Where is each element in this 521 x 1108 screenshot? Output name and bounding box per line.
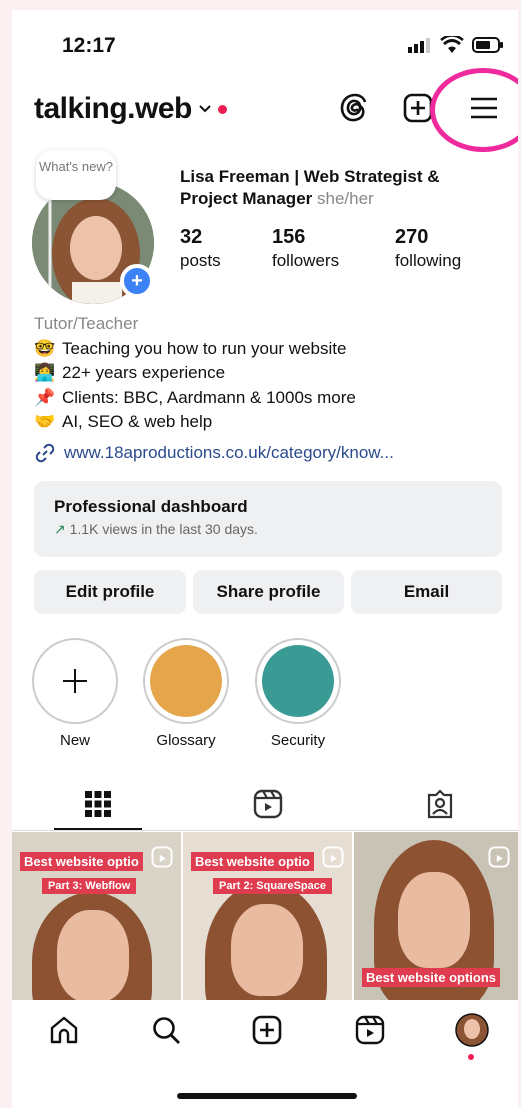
post-image xyxy=(57,910,129,1000)
plus-icon xyxy=(63,669,87,693)
stat-following-count: 270 xyxy=(395,226,429,248)
highlight-label-new: New xyxy=(59,732,90,749)
nerd-emoji-icon: 🤓 xyxy=(34,338,56,358)
signal-icon xyxy=(408,38,430,53)
add-story-badge[interactable]: + xyxy=(120,264,154,298)
nav-reels[interactable] xyxy=(352,1012,388,1048)
stat-followers-label: followers xyxy=(272,251,340,270)
search-icon xyxy=(153,1017,180,1044)
pronouns: she/her xyxy=(317,189,374,208)
post-title: Best website options xyxy=(362,968,501,987)
status-time: 12:17 xyxy=(62,34,116,57)
post-image xyxy=(231,904,303,996)
reels-icon xyxy=(355,1015,385,1045)
stat-posts[interactable]: 32 posts xyxy=(180,226,221,271)
highlight-cover xyxy=(150,645,222,717)
status-icons xyxy=(408,36,504,54)
tab-tagged[interactable] xyxy=(422,786,458,822)
email-button[interactable]: Email xyxy=(351,570,502,614)
link-icon xyxy=(35,443,55,463)
phone-screen: 12:17 talking.web + What's new? Lisa Fre… xyxy=(12,10,518,1108)
reel-icon xyxy=(322,846,344,868)
threads-button[interactable] xyxy=(336,90,372,126)
threads-icon xyxy=(340,93,367,122)
post-thumbnail[interactable]: Best website optio Part 2: SquareSpace xyxy=(183,832,352,1000)
dashboard-title: Professional dashboard xyxy=(54,497,248,516)
profile-name: Lisa Freeman | Web Strategist & Project … xyxy=(180,167,440,208)
profile-avatar-icon xyxy=(455,1013,489,1047)
profile-link[interactable]: www.18aproductions.co.uk/category/know..… xyxy=(34,442,394,464)
technologist-emoji-icon: 👩‍💻 xyxy=(34,363,56,382)
post-thumbnail[interactable]: Best website options xyxy=(354,832,518,1000)
bio-line: 🤝 AI, SEO & web help xyxy=(34,410,356,435)
professional-dashboard[interactable]: Professional dashboard ↗ 1.1K views in t… xyxy=(34,481,502,557)
highlight-security[interactable] xyxy=(255,638,341,724)
bio-text: Teaching you how to run your website xyxy=(62,338,347,358)
menu-highlight-annotation xyxy=(430,68,518,152)
chevron-down-icon xyxy=(199,105,211,113)
share-profile-button[interactable]: Share profile xyxy=(193,570,344,614)
add-square-icon xyxy=(403,93,433,123)
wifi-icon xyxy=(440,36,464,53)
nav-home[interactable] xyxy=(46,1012,82,1048)
username: talking.web xyxy=(34,92,192,125)
highlight-new[interactable] xyxy=(32,638,118,724)
tab-grid[interactable] xyxy=(80,786,116,822)
dashboard-subtitle: ↗ 1.1K views in the last 30 days. xyxy=(54,521,482,538)
battery-icon xyxy=(472,37,503,53)
grid-icon xyxy=(85,791,111,817)
note-bubble[interactable]: What's new? xyxy=(36,150,116,200)
dashboard-views: 1.1K views in the last 30 days. xyxy=(69,521,258,537)
post-title: Best website optio xyxy=(20,852,143,871)
tagged-user-icon xyxy=(427,789,453,819)
highlight-label-security: Security xyxy=(270,732,326,749)
add-square-icon xyxy=(252,1015,282,1045)
trend-up-icon: ↗ xyxy=(54,521,66,537)
stat-followers[interactable]: 156 followers xyxy=(272,226,339,271)
reel-icon xyxy=(151,846,173,868)
bio-line: 👩‍💻 22+ years experience xyxy=(34,361,356,386)
bio-line: 📌 Clients: BBC, Aardmann & 1000s more xyxy=(34,386,356,411)
stat-posts-label: posts xyxy=(180,251,221,270)
nav-create[interactable] xyxy=(249,1012,285,1048)
post-subtitle: Part 2: SquareSpace xyxy=(213,878,332,894)
post-subtitle: Part 3: Webflow xyxy=(42,878,137,894)
highlight-label-glossary: Glossary xyxy=(156,732,216,749)
nav-search[interactable] xyxy=(148,1012,184,1048)
bio: Tutor/Teacher 🤓 Teaching you how to run y… xyxy=(34,312,356,435)
tabs-divider xyxy=(12,830,518,831)
edit-profile-button[interactable]: Edit profile xyxy=(34,570,186,614)
post-title: Best website optio xyxy=(191,852,314,871)
reel-icon xyxy=(488,846,510,868)
tab-reels[interactable] xyxy=(250,786,286,822)
bio-text: Clients: BBC, Aardmann & 1000s more xyxy=(62,387,356,407)
username-switcher[interactable]: talking.web xyxy=(34,92,227,126)
highlight-cover xyxy=(262,645,334,717)
handshake-emoji-icon: 🤝 xyxy=(34,412,56,431)
notification-dot xyxy=(217,104,227,114)
stat-following-label: following xyxy=(395,251,462,270)
pushpin-emoji-icon: 📌 xyxy=(34,387,56,407)
stat-following[interactable]: 270 following xyxy=(395,226,461,271)
post-thumbnail[interactable]: Best website optio Part 3: Webflow xyxy=(12,832,181,1000)
bio-line: 🤓 Teaching you how to run your website xyxy=(34,337,356,362)
stat-posts-count: 32 xyxy=(180,226,203,248)
home-icon xyxy=(50,1016,78,1044)
profile-notification-dot xyxy=(468,1054,474,1060)
display-name: Lisa Freeman | Web Strategist & Project … xyxy=(180,166,500,210)
post-image xyxy=(398,872,470,968)
reels-icon xyxy=(253,789,283,819)
stat-followers-count: 156 xyxy=(272,226,306,248)
bio-text: AI, SEO & web help xyxy=(62,412,213,431)
profile-category: Tutor/Teacher xyxy=(34,314,139,333)
bio-text: 22+ years experience xyxy=(62,363,226,382)
highlight-glossary[interactable] xyxy=(143,638,229,724)
profile-link-text: www.18aproductions.co.uk/category/know..… xyxy=(64,443,394,462)
home-indicator xyxy=(177,1093,357,1099)
nav-profile[interactable] xyxy=(454,1012,490,1048)
active-tab-indicator xyxy=(54,828,142,830)
